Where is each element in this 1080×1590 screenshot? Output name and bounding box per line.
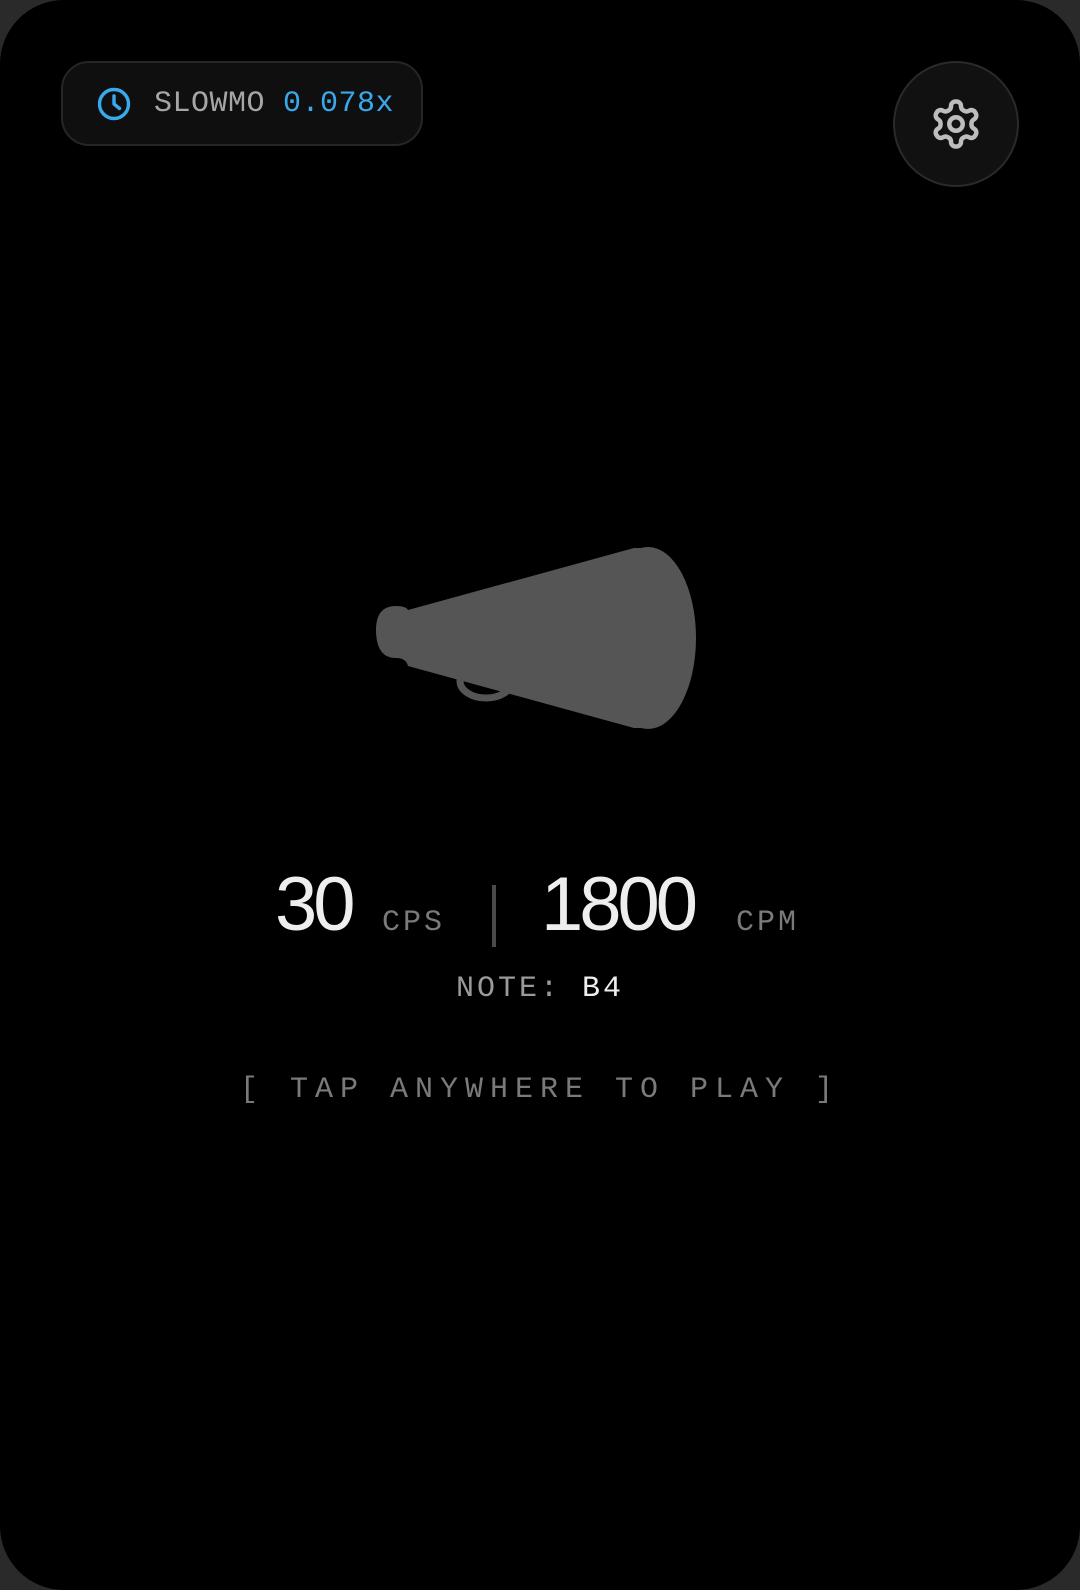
cps-unit: CPS [382, 906, 446, 940]
clock-icon [97, 87, 131, 120]
note-value: B4 [582, 972, 625, 1006]
cpm-value: 1800 [541, 862, 698, 947]
stats-row: 30 CPS 1800 CPM [0, 855, 1080, 955]
gear-icon [933, 99, 979, 149]
slowmo-label: SLOWMO [154, 86, 266, 121]
cps-value: 30 [275, 862, 356, 947]
megaphone-icon [376, 547, 696, 729]
note-indicator: NOTE: B4 [0, 972, 1080, 1006]
tap-hint: [ TAP ANYWHERE TO PLAY ] [239, 1073, 841, 1107]
slowmo-toggle[interactable]: SLOWMO 0.078x [61, 61, 423, 146]
stat-divider [492, 885, 496, 947]
play-area[interactable]: SLOWMO 0.078x 30 CPS 1800 CPM NOTE: B4 [… [0, 0, 1080, 1590]
note-label: NOTE: [455, 972, 561, 1006]
slowmo-value: 0.078x [283, 86, 395, 121]
settings-button[interactable] [893, 61, 1019, 187]
cpm-unit: CPM [736, 906, 800, 940]
